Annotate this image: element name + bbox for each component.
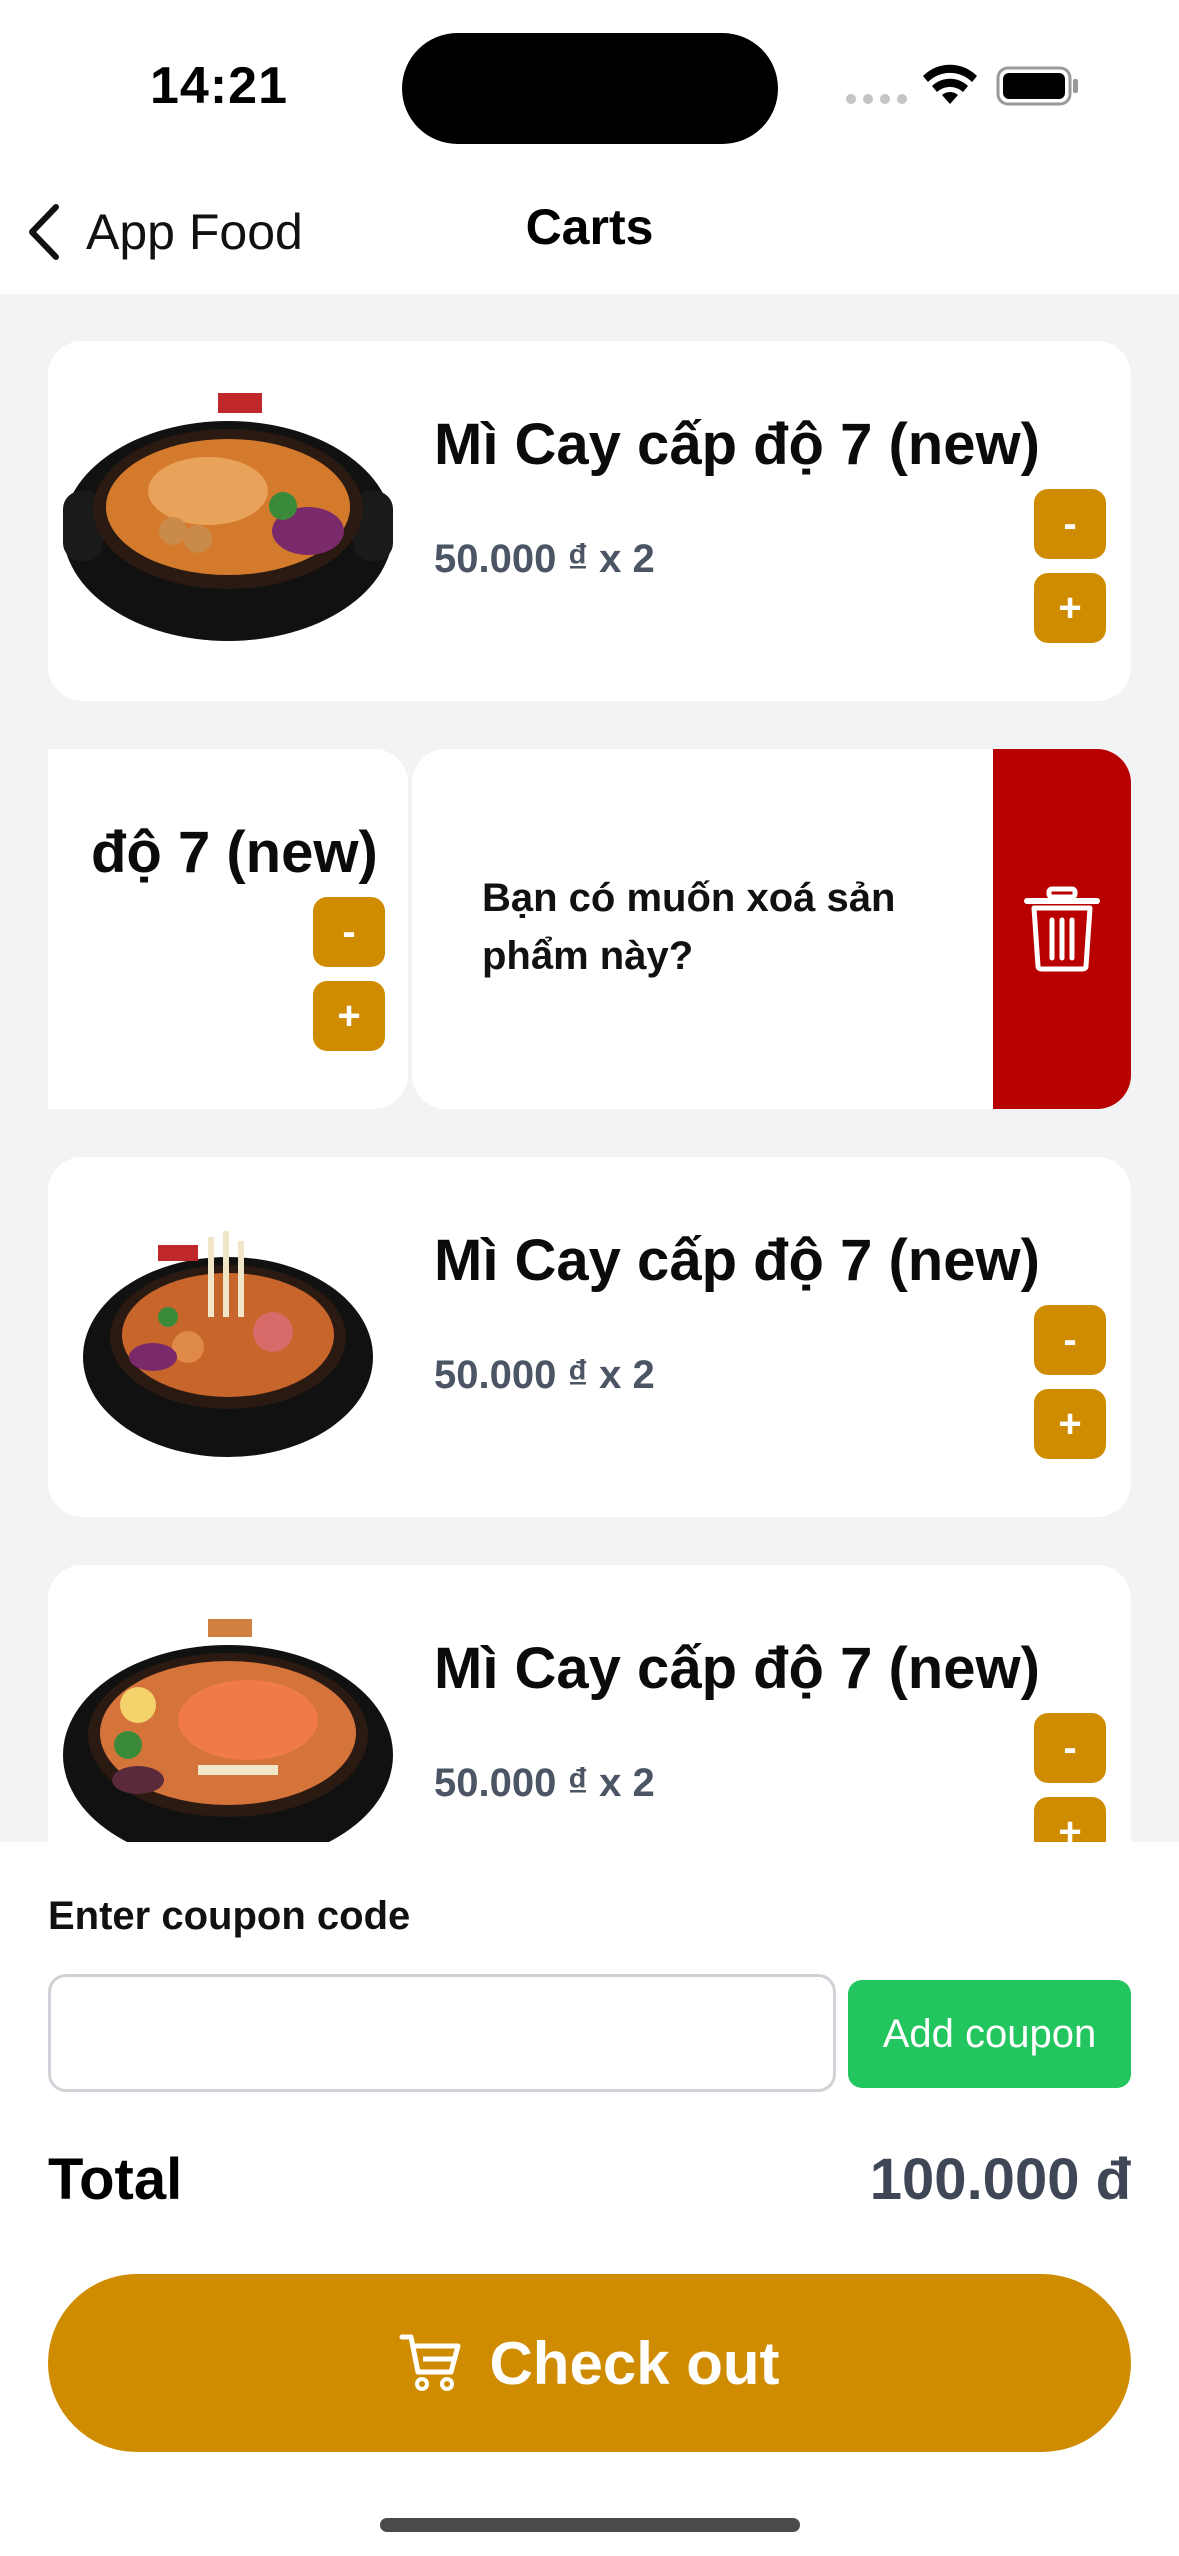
total-label: Total xyxy=(48,2147,183,2212)
dynamic-island xyxy=(402,33,778,144)
cart-icon xyxy=(399,2334,461,2391)
status-bar: 14:21 xyxy=(0,0,1179,170)
cart-item[interactable]: Mì Cay cấp độ 7 (new) 50.000 ₫ x 2 - + xyxy=(48,1157,1131,1517)
cellular-signal-icon xyxy=(846,94,907,104)
status-time: 14:21 xyxy=(150,57,288,115)
coupon-label: Enter coupon code xyxy=(48,1894,411,1938)
delete-confirm-panel: Bạn có muốn xoá sản phẩm này? xyxy=(412,749,1002,1109)
food-image xyxy=(83,1231,373,1457)
item-price: 50.000 ₫ x 2 xyxy=(434,1761,655,1805)
item-price: 50.000 ₫ x 2 xyxy=(434,1353,655,1397)
cart-item-swiped[interactable]: độ 7 (new) - + Bạn có muốn xoá sản phẩm … xyxy=(48,749,1131,1109)
increase-quantity-button[interactable]: + xyxy=(313,981,385,1051)
wifi-icon xyxy=(923,64,977,104)
cart-item[interactable]: độ 7 (new) - + xyxy=(48,749,408,1109)
increase-quantity-button[interactable]: + xyxy=(1034,1389,1106,1459)
navigation-bar: App Food Carts xyxy=(0,170,1179,294)
cart-item[interactable]: Mì Cay cấp độ 7 (new) 50.000 ₫ x 2 - + xyxy=(48,341,1131,701)
cart-item[interactable]: Mì Cay cấp độ 7 (new) 50.000 ₫ x 2 - + xyxy=(48,1565,1131,1842)
page-title: Carts xyxy=(525,199,654,255)
food-image xyxy=(63,1619,393,1842)
checkout-button[interactable]: Check out xyxy=(48,2274,1131,2452)
cart-list[interactable]: Mì Cay cấp độ 7 (new) 50.000 ₫ x 2 - + đ… xyxy=(0,294,1179,1842)
checkout-panel: Enter coupon code Add coupon Total 100.0… xyxy=(0,1842,1179,2556)
food-image xyxy=(63,393,393,641)
total-value: 100.000 đ xyxy=(869,2147,1131,2212)
home-indicator[interactable] xyxy=(380,2518,800,2532)
coupon-input[interactable] xyxy=(48,1974,836,2092)
increase-quantity-button[interactable]: + xyxy=(1034,1797,1106,1842)
increase-quantity-button[interactable]: + xyxy=(1034,573,1106,643)
add-coupon-button[interactable]: Add coupon xyxy=(848,1980,1131,2088)
decrease-quantity-button[interactable]: - xyxy=(1034,1305,1106,1375)
decrease-quantity-button[interactable]: - xyxy=(313,897,385,967)
decrease-quantity-button[interactable]: - xyxy=(1034,1713,1106,1783)
item-name: Mì Cay cấp độ 7 (new) xyxy=(434,1636,1040,1701)
item-name: Mì Cay cấp độ 7 (new) xyxy=(434,1228,1040,1293)
item-name: độ 7 (new) xyxy=(91,820,378,885)
delete-confirm-text: Bạn có muốn xoá sản phẩm này? xyxy=(482,876,896,978)
decrease-quantity-button[interactable]: - xyxy=(1034,489,1106,559)
delete-button[interactable] xyxy=(993,749,1131,1109)
trash-icon xyxy=(1024,886,1100,972)
battery-icon xyxy=(996,66,1078,106)
checkout-label: Check out xyxy=(489,2329,780,2397)
item-price: 50.000 ₫ x 2 xyxy=(434,537,655,581)
item-name: Mì Cay cấp độ 7 (new) xyxy=(434,412,1040,477)
